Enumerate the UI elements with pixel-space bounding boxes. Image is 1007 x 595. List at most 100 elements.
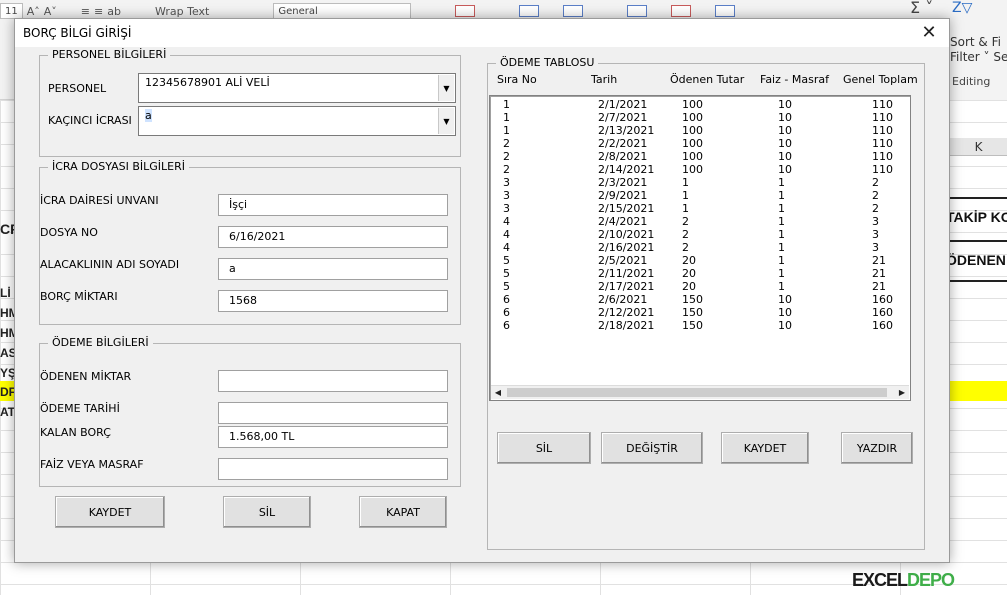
table-row[interactable]: 3 2/3/2021 1 1 2	[500, 176, 900, 189]
table-cell: 1	[503, 98, 510, 111]
table-cell: 100	[682, 98, 703, 111]
daire-input[interactable]: İşçi	[218, 194, 448, 216]
horizontal-scrollbar[interactable]: ◀ ▶	[491, 385, 909, 399]
number-format-select[interactable]: General	[273, 3, 412, 19]
table-cell: 1	[778, 267, 785, 280]
personel-group: PERSONEL BİLGİLERİ PERSONEL 12345678901 …	[39, 48, 461, 157]
table-row[interactable]: 1 2/1/2021 100 10 110	[500, 98, 900, 111]
miktar-input[interactable]	[218, 370, 448, 392]
sil-button[interactable]: SİL	[223, 496, 311, 528]
faiz-label: FAİZ VEYA MASRAF	[40, 458, 144, 471]
kacinci-combo[interactable]: a ▼	[138, 106, 456, 136]
insert-cells-icon[interactable]	[627, 5, 648, 17]
highlighted-cell[interactable]	[950, 381, 1007, 401]
table-sil-button[interactable]: SİL	[497, 432, 591, 464]
table-cell: 1	[682, 189, 689, 202]
table-row[interactable]: 6 2/18/2021 150 10 160	[500, 319, 900, 332]
table-kaydet-button[interactable]: KAYDET	[721, 432, 809, 464]
yazdir-button[interactable]: YAZDIR	[841, 432, 913, 464]
table-row[interactable]: 1 2/7/2021 100 10 110	[500, 111, 900, 124]
table-row[interactable]: 5 2/5/2021 20 1 21	[500, 254, 900, 267]
dialog-titlebar[interactable]: BORÇ BİLGİ GİRİŞİ ✕	[15, 19, 949, 47]
sort-filter-label-1[interactable]: Sort & Fi	[950, 35, 1001, 49]
table-row[interactable]: 3 2/15/2021 1 1 2	[500, 202, 900, 215]
dosya-input[interactable]: 6/16/2021	[218, 226, 448, 248]
kaydet-button[interactable]: KAYDET	[55, 496, 165, 528]
cell-odenen[interactable]: ÖDENEN	[946, 252, 1006, 268]
personel-combo[interactable]: 12345678901 ALİ VELİ ▼	[138, 73, 456, 103]
wrap-text-button[interactable]: Wrap Text	[155, 5, 209, 18]
table-row[interactable]: 3 2/9/2021 1 1 2	[500, 189, 900, 202]
kacinci-label: KAÇINCI İCRASI	[48, 114, 132, 127]
table-cell: 2/9/2021	[598, 189, 648, 202]
chevron-down-icon[interactable]: ▼	[438, 108, 454, 134]
format-table-icon[interactable]	[519, 5, 540, 17]
close-icon[interactable]: ✕	[917, 22, 941, 44]
table-cell: 6	[503, 319, 510, 332]
table-cell: 20	[682, 280, 696, 293]
table-row[interactable]: 2 2/8/2021 100 10 110	[500, 150, 900, 163]
table-cell: 3	[872, 228, 879, 241]
autosum-icon[interactable]: Σ ˅	[910, 0, 933, 17]
odeme-rows: 1 2/1/2021 100 10 110 1 2/7/2021 100 10 110 1 2/13/…	[500, 98, 900, 332]
sort-filter-label-2[interactable]: Filter ˅ Sel	[950, 50, 1007, 64]
table-cell: 20	[682, 254, 696, 267]
format-cells-icon[interactable]	[715, 5, 736, 17]
table-cell: 100	[682, 150, 703, 163]
left-cell[interactable]: Lİ	[0, 286, 11, 300]
table-cell: 2/12/2021	[598, 306, 655, 319]
table-cell: 1	[503, 124, 510, 137]
table-cell: 100	[682, 163, 703, 176]
align-icon[interactable]: ≡	[81, 5, 90, 18]
table-cell: 2	[682, 215, 689, 228]
sort-filter-icon[interactable]: Z▽	[952, 0, 972, 16]
table-row[interactable]: 5 2/11/2021 20 1 21	[500, 267, 900, 280]
scroll-left-icon[interactable]: ◀	[491, 386, 505, 399]
odeme-tablosu-legend: ÖDEME TABLOSU	[496, 56, 599, 69]
table-cell: 2	[872, 202, 879, 215]
table-cell: 2/4/2021	[598, 215, 648, 228]
table-row[interactable]: 6 2/6/2021 150 10 160	[500, 293, 900, 306]
delete-cells-icon[interactable]	[671, 5, 692, 17]
column-header-k[interactable]: K	[950, 138, 1007, 156]
table-row[interactable]: 4 2/4/2021 2 1 3	[500, 215, 900, 228]
header-tarih: Tarih	[591, 73, 618, 86]
table-row[interactable]: 2 2/14/2021 100 10 110	[500, 163, 900, 176]
dialog-title: BORÇ BİLGİ GİRİŞİ	[23, 26, 132, 40]
table-row[interactable]: 6 2/12/2021 150 10 160	[500, 306, 900, 319]
table-cell: 1	[682, 176, 689, 189]
font-shrink-icon[interactable]: A˅	[44, 5, 57, 18]
kalan-input[interactable]: 1.568,00 TL	[218, 426, 448, 448]
font-grow-icon[interactable]: A˄	[27, 5, 40, 18]
faiz-input[interactable]	[218, 458, 448, 480]
conditional-format-icon[interactable]	[455, 5, 476, 17]
cell-styles-icon[interactable]	[563, 5, 584, 17]
table-cell: 100	[682, 137, 703, 150]
tarih-input[interactable]	[218, 402, 448, 424]
cell-takip[interactable]: TAKİP KO	[946, 209, 1007, 225]
dosya-label: DOSYA NO	[40, 226, 98, 239]
font-size-box[interactable]: 11	[0, 3, 23, 19]
table-cell: 10	[778, 98, 792, 111]
degistir-button[interactable]: DEĞİŞTİR	[601, 432, 703, 464]
align-center-icon[interactable]: ≡	[94, 5, 103, 18]
chevron-down-icon[interactable]: ▼	[438, 75, 454, 101]
left-cell[interactable]: AT	[0, 405, 15, 419]
orientation-icon[interactable]: ab	[107, 5, 121, 18]
header-sira-no: Sıra No	[497, 73, 537, 86]
table-row[interactable]: 4 2/10/2021 2 1 3	[500, 228, 900, 241]
table-cell: 6	[503, 306, 510, 319]
personel-combo-value: 12345678901 ALİ VELİ	[145, 76, 270, 89]
table-row[interactable]: 1 2/13/2021 100 10 110	[500, 124, 900, 137]
alacakli-input[interactable]: a	[218, 258, 448, 280]
table-row[interactable]: 2 2/2/2021 100 10 110	[500, 137, 900, 150]
scroll-thumb[interactable]	[507, 388, 887, 397]
excel-depo-logo: EXCELDEPO	[852, 570, 955, 590]
table-row[interactable]: 4 2/16/2021 2 1 3	[500, 241, 900, 254]
scroll-right-icon[interactable]: ▶	[895, 386, 909, 399]
kacinci-combo-value: a	[145, 109, 152, 122]
odeme-listbox[interactable]: 1 2/1/2021 100 10 110 1 2/7/2021 100 10 110 1 2/13/…	[489, 95, 911, 401]
borc-input[interactable]: 1568	[218, 290, 448, 312]
table-row[interactable]: 5 2/17/2021 20 1 21	[500, 280, 900, 293]
kapat-button[interactable]: KAPAT	[359, 496, 447, 528]
